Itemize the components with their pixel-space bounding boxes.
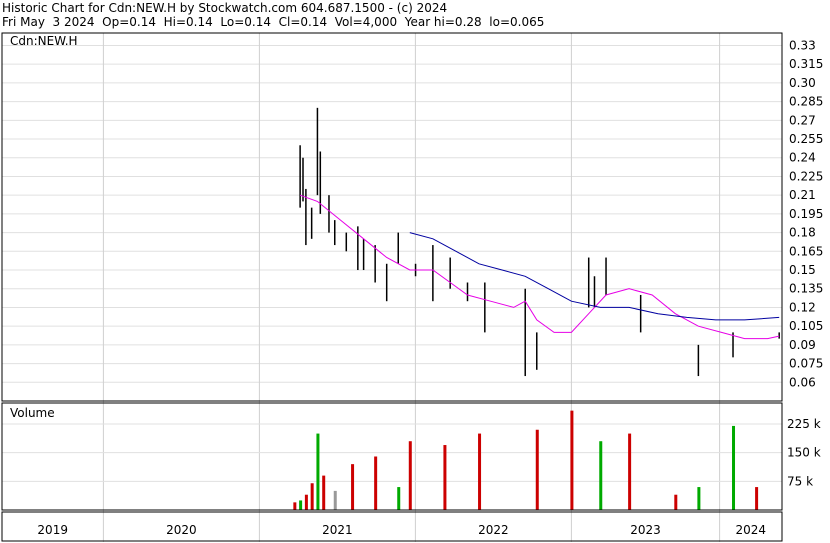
- price-tick-label: 0.105: [789, 319, 823, 333]
- price-tick-label: 0.15: [789, 263, 816, 277]
- volume-bar: [299, 500, 303, 510]
- short-moving-average-line: [299, 194, 780, 340]
- price-tick-label: 0.33: [789, 38, 816, 52]
- price-tick-label: 0.075: [789, 357, 823, 371]
- volume-tick-label: 75 k: [787, 474, 813, 488]
- price-tick-label: 0.30: [789, 76, 816, 90]
- year-label: 2021: [322, 523, 353, 537]
- volume-bar: [397, 487, 401, 510]
- price-tick-label: 0.09: [789, 338, 816, 352]
- volume-bar: [697, 487, 701, 510]
- volume-panel-label: Volume: [10, 406, 55, 420]
- volume-bar: [535, 429, 539, 510]
- price-panel: [1, 32, 783, 402]
- price-tick-label: 0.135: [789, 282, 823, 296]
- volume-panel: [1, 402, 783, 511]
- price-volume-chart: 0.33 0.315 0.30 0.285 0.27 0.255 0.24 0.225 0.21…: [1, 32, 823, 542]
- year-axis: [1, 511, 783, 542]
- year-label: 2019: [37, 523, 68, 537]
- price-tick-label: 0.21: [789, 188, 816, 202]
- year-label: 2024: [736, 523, 767, 537]
- price-panel-label: Cdn:NEW.H: [10, 34, 78, 48]
- volume-bar: [570, 410, 574, 510]
- volume-bar: [674, 494, 678, 510]
- volume-bar: [755, 487, 759, 510]
- year-label: 2022: [478, 523, 509, 537]
- volume-bar: [443, 445, 447, 510]
- volume-bar: [374, 456, 378, 510]
- volume-bar: [304, 494, 308, 510]
- volume-bar: [732, 425, 736, 510]
- price-tick-label: 0.225: [789, 169, 823, 183]
- year-label: 2023: [630, 523, 661, 537]
- volume-bar: [310, 483, 314, 510]
- volume-bar: [333, 490, 337, 510]
- price-tick-label: 0.24: [789, 151, 816, 165]
- volume-bar: [408, 441, 412, 510]
- volume-bar: [599, 441, 603, 510]
- price-tick-label: 0.285: [789, 95, 823, 109]
- volume-bar: [351, 464, 355, 510]
- year-label: 2020: [166, 523, 197, 537]
- volume-tick-label: 225 k: [787, 417, 821, 431]
- price-tick-label: 0.06: [789, 375, 816, 389]
- volume-bar: [478, 433, 482, 510]
- volume-bar: [316, 433, 320, 510]
- price-tick-label: 0.165: [789, 244, 823, 258]
- price-tick-label: 0.18: [789, 226, 816, 240]
- volume-tick-label: 150 k: [787, 446, 821, 460]
- volume-bar: [322, 475, 326, 510]
- price-tick-label: 0.315: [789, 57, 823, 71]
- volume-bar: [628, 433, 632, 510]
- price-tick-label: 0.27: [789, 113, 816, 127]
- volume-bar: [293, 502, 297, 510]
- price-tick-label: 0.195: [789, 207, 823, 221]
- price-tick-label: 0.255: [789, 132, 823, 146]
- price-tick-label: 0.12: [789, 300, 816, 314]
